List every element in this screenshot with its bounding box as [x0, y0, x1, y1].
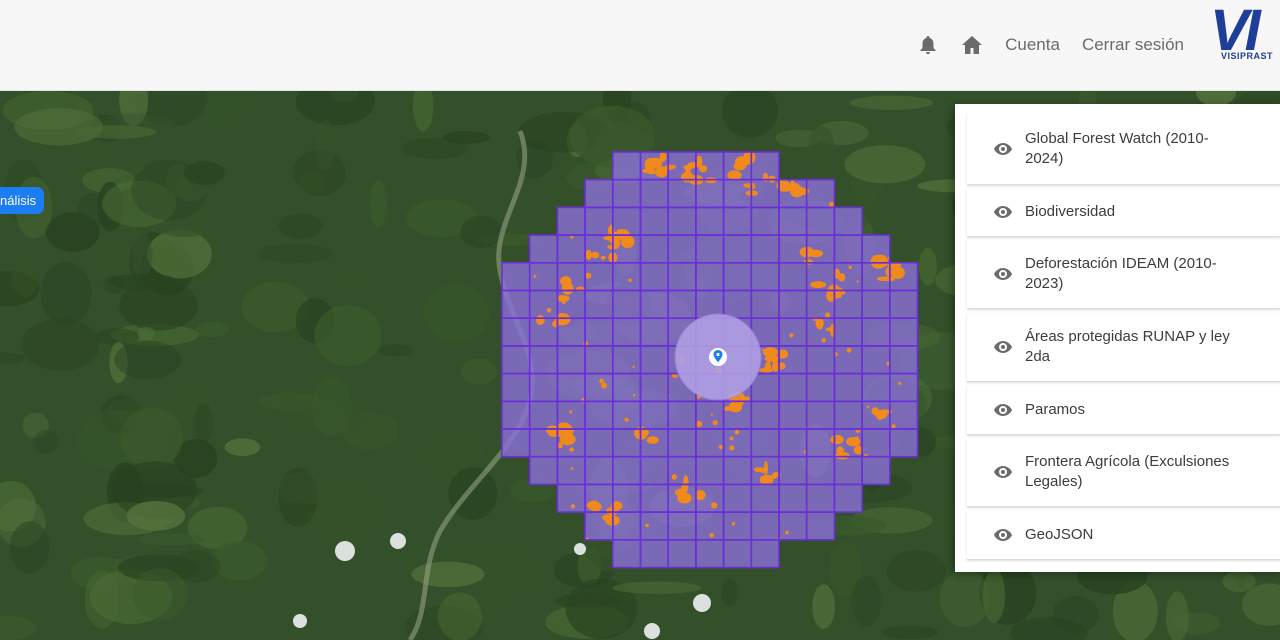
- eye-icon[interactable]: [993, 205, 1017, 219]
- eye-icon[interactable]: [993, 528, 1017, 542]
- layer-label: Frontera Agrícola (Exculsiones Legales): [1025, 453, 1230, 490]
- home-icon[interactable]: [961, 34, 983, 56]
- account-link[interactable]: Cuenta: [1005, 35, 1060, 55]
- layer-label: Biodiversidad: [1025, 203, 1116, 220]
- layer-global-forest-watch[interactable]: Global Forest Watch (2010-2024): [967, 114, 1280, 185]
- layer-areas-protegidas[interactable]: Áreas protegidas RUNAP y ley 2da: [967, 313, 1280, 382]
- layer-deforestacion-ideam[interactable]: Deforestación IDEAM (2010-2023): [967, 240, 1280, 309]
- brand-logo[interactable]: VI VISIPRAST: [1208, 8, 1280, 70]
- logout-link[interactable]: Cerrar sesión: [1082, 35, 1184, 55]
- eye-icon[interactable]: [993, 340, 1017, 354]
- bell-icon[interactable]: [917, 34, 939, 56]
- layers-panel: Global Forest Watch (2010-2024) Biodiver…: [955, 104, 1280, 572]
- layer-label: Paramos: [1025, 401, 1086, 418]
- eye-icon[interactable]: [993, 142, 1017, 156]
- layer-biodiversidad[interactable]: Biodiversidad: [967, 188, 1280, 237]
- nav-actions: Cuenta Cerrar sesión: [917, 0, 1184, 90]
- eye-icon[interactable]: [993, 465, 1017, 479]
- logo-subtext: VISIPRAST: [1220, 51, 1275, 61]
- layer-label: Áreas protegidas RUNAP y ley 2da: [1025, 328, 1230, 365]
- layer-frontera-agricola[interactable]: Frontera Agrícola (Exculsiones Legales): [967, 438, 1280, 507]
- layer-label: Deforestación IDEAM (2010-2023): [1025, 255, 1217, 292]
- eye-icon[interactable]: [993, 403, 1017, 417]
- location-pin-icon[interactable]: [709, 348, 727, 366]
- layer-label: Global Forest Watch (2010-2024): [1025, 130, 1209, 167]
- eye-icon[interactable]: [993, 267, 1017, 281]
- layer-geojson[interactable]: GeoJSON: [967, 511, 1280, 560]
- layer-paramos[interactable]: Paramos: [967, 386, 1280, 435]
- analysis-button[interactable]: nálisis: [0, 187, 45, 214]
- top-navbar: Cuenta Cerrar sesión VI VISIPRAST: [0, 0, 1280, 91]
- layer-label: GeoJSON: [1025, 526, 1094, 543]
